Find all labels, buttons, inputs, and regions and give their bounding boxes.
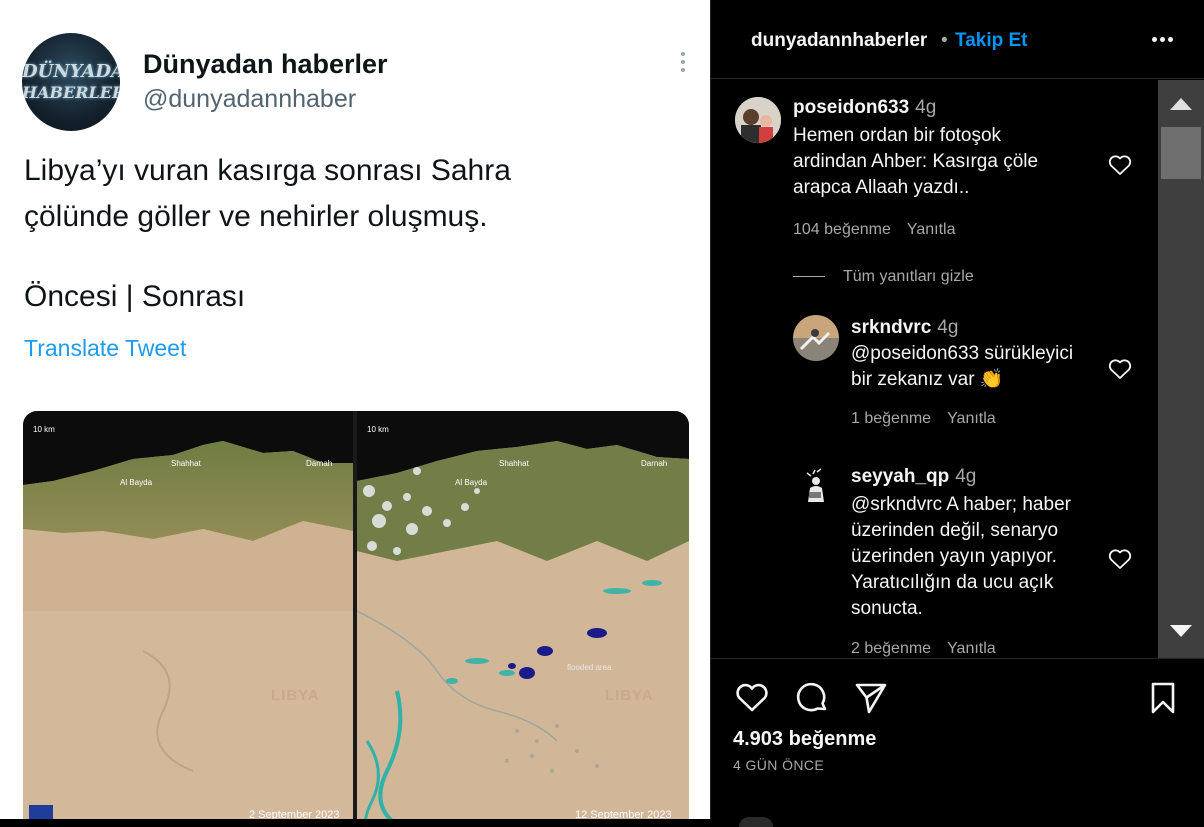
post-time-ago: 4 GÜN ÖNCE — [733, 757, 825, 773]
follow-button[interactable]: Takip Et — [955, 30, 1028, 52]
tweet-subtitle: Öncesi | Sonrası — [24, 280, 246, 313]
image-date: 12 September 2023 — [575, 809, 672, 819]
comment-meta: 104 beğenme Yanıtla — [793, 221, 955, 239]
tweet-avatar: DÜNYADAN HABERLER — [22, 33, 120, 131]
instagram-post-panel: dunyadannhaberler • Takip Et poseidon633… — [711, 0, 1204, 827]
comment-username[interactable]: poseidon633 4g — [793, 97, 936, 119]
reply-button[interactable]: Yanıtla — [907, 221, 956, 238]
post-likes-count[interactable]: 4.903 beğenme — [733, 728, 876, 751]
comment-username[interactable]: srkndvrc 4g — [851, 317, 958, 339]
translate-tweet-link: Translate Tweet — [24, 335, 187, 361]
map-city-label: Darnah — [306, 459, 333, 468]
comment-likes[interactable]: 2 beğenme — [851, 640, 931, 657]
reply-button[interactable]: Yanıtla — [947, 410, 996, 427]
comment-likes[interactable]: 104 beğenme — [793, 221, 891, 238]
tweet-text: Libya’yı vuran kasırga sonrası Sahra çöl… — [24, 148, 664, 240]
post-header: dunyadannhaberler • Takip Et — [711, 0, 1204, 79]
satellite-after-image: 10 km Shahhat Al Bayda Darnah flooded ar… — [357, 411, 689, 819]
header-separator: • — [941, 30, 948, 51]
map-country-label: LIBYA — [605, 687, 654, 704]
avatar[interactable] — [735, 97, 781, 143]
comment-likes[interactable]: 1 beğenme — [851, 410, 931, 427]
comment-meta: 2 beğenme Yanıtla — [851, 640, 996, 658]
more-options-icon[interactable] — [1152, 37, 1176, 42]
avatar[interactable] — [793, 315, 839, 361]
like-heart-icon[interactable] — [1108, 548, 1132, 570]
eu-flag-icon — [29, 805, 53, 819]
map-city-label: Shahhat — [499, 459, 529, 468]
avatar-logo-text: DÜNYADAN — [22, 61, 120, 82]
scale-label: 10 km — [33, 425, 55, 434]
map-city-label: Darnah — [641, 459, 668, 468]
scrollbar-thumb[interactable] — [1161, 127, 1201, 179]
comment-time: 4g — [937, 317, 959, 338]
reply-button[interactable]: Yanıtla — [947, 640, 996, 657]
save-bookmark-icon[interactable] — [1149, 681, 1177, 715]
comment-icon[interactable] — [795, 681, 829, 715]
before-map-graphic — [23, 411, 353, 819]
avatar-logo-text: HABERLER — [22, 83, 120, 102]
avatar[interactable] — [793, 464, 839, 510]
comment-time: 4g — [955, 466, 977, 487]
more-options-icon — [678, 52, 688, 76]
comment-meta: 1 beğenme Yanıtla — [851, 410, 996, 428]
comments-list[interactable]: poseidon633 4g Hemen ordan bir fotoşok ar… — [711, 80, 1158, 658]
tweet-text-line: çölünde göller ve nehirler oluşmuş. — [24, 200, 488, 233]
hide-replies-button[interactable]: Tüm yanıtları gizle — [793, 268, 974, 286]
like-heart-icon[interactable] — [735, 683, 769, 713]
flooded-area-label: flooded area — [567, 663, 612, 672]
tweet-text-line: Libya’yı vuran kasırga sonrası Sahra — [24, 154, 511, 187]
scroll-down-arrow-icon[interactable] — [1170, 625, 1192, 637]
comment-text: @poseidon633 sürükleyici bir zekanız var… — [851, 343, 1074, 390]
map-city-label: Al Bayda — [455, 478, 488, 487]
comment-username[interactable]: seyyah_qp 4g — [851, 466, 976, 488]
like-heart-icon[interactable] — [1108, 358, 1132, 380]
comments-scrollbar[interactable] — [1158, 80, 1204, 658]
tweet-author-handle: @dunyadannhaber — [143, 85, 357, 113]
scroll-up-arrow-icon[interactable] — [1170, 98, 1192, 110]
satellite-image-comparison: 10 km Shahhat Al Bayda Darnah LIBYA 2 Se… — [23, 411, 689, 819]
like-heart-icon[interactable] — [1108, 154, 1132, 176]
comment-time: 4g — [915, 97, 937, 118]
map-city-label: Al Bayda — [120, 478, 153, 487]
tweet-author-name: Dünyadan haberler — [143, 49, 388, 79]
image-date: 2 September 2023 — [249, 809, 340, 819]
tweet-screenshot: DÜNYADAN HABERLER Dünyadan haberler @dun… — [0, 0, 711, 819]
comment-text: Hemen ordan bir fotoşok ardindan Ahber: … — [793, 125, 1039, 198]
share-send-icon[interactable] — [854, 681, 888, 715]
post-actions: 4.903 beğenme 4 GÜN ÖNCE — [711, 658, 1204, 827]
map-country-label: LIBYA — [271, 687, 320, 704]
after-map-graphic — [357, 411, 689, 819]
comment-text: @srkndvrc A haber; haber üzerinden değil… — [851, 494, 1071, 619]
scale-label: 10 km — [367, 425, 389, 434]
map-city-label: Shahhat — [171, 459, 201, 468]
post-author-username[interactable]: dunyadannhaberler — [751, 30, 927, 52]
satellite-before-image: 10 km Shahhat Al Bayda Darnah LIBYA 2 Se… — [23, 411, 353, 819]
